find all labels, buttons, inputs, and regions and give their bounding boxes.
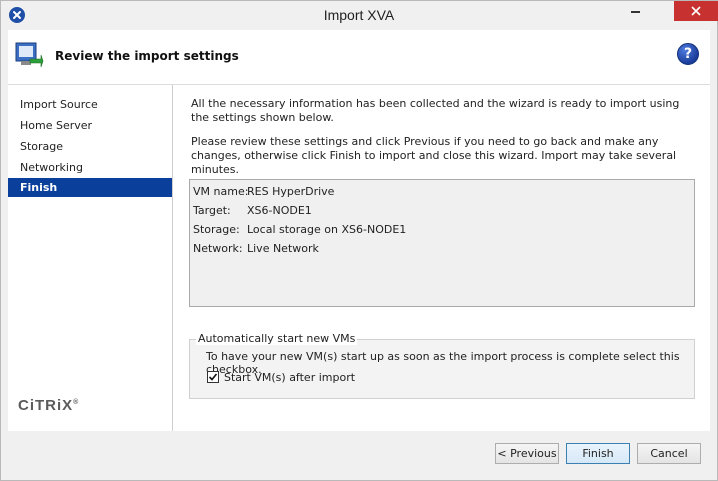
title-bar[interactable]: Import XVA xyxy=(1,1,718,30)
review-panel: All the necessary information has been c… xyxy=(173,85,710,431)
summary-value: XS6-NODE1 xyxy=(247,204,312,217)
minimize-icon xyxy=(631,11,640,13)
sidebar-item-import-source[interactable]: Import Source xyxy=(8,95,172,114)
sidebar-item-finish[interactable]: Finish xyxy=(8,178,172,197)
summary-key: Network: xyxy=(193,242,243,255)
summary-key: VM name: xyxy=(193,185,249,198)
summary-value: RES HyperDrive xyxy=(247,185,335,198)
close-button[interactable] xyxy=(674,1,718,21)
start-vms-label[interactable]: Start VM(s) after import xyxy=(224,371,355,384)
sidebar-item-storage[interactable]: Storage xyxy=(8,137,172,156)
cancel-button[interactable]: Cancel xyxy=(637,443,701,464)
summary-value: Local storage on XS6-NODE1 xyxy=(247,223,407,236)
citrix-logo: CiTRiX® xyxy=(18,397,80,414)
sidebar-item-networking[interactable]: Networking xyxy=(8,158,172,177)
close-icon xyxy=(691,6,701,16)
page-title: Review the import settings xyxy=(55,49,239,63)
wizard-header: Review the import settings ? xyxy=(8,30,710,85)
start-vms-checkbox[interactable] xyxy=(207,371,219,383)
citrix-logo-text: CiTRiX xyxy=(18,397,74,414)
autostart-legend: Automatically start new VMs xyxy=(196,332,358,345)
import-wizard-icon xyxy=(14,41,44,74)
autostart-group: Automatically start new VMs To have your… xyxy=(189,332,695,399)
summary-key: Target: xyxy=(193,204,231,217)
summary-value: Live Network xyxy=(247,242,319,255)
summary-key: Storage: xyxy=(193,223,240,236)
checkmark-icon xyxy=(208,373,218,381)
help-icon[interactable]: ? xyxy=(677,43,699,65)
finish-button[interactable]: Finish xyxy=(566,443,630,464)
window-title: Import XVA xyxy=(323,7,395,23)
import-xva-window: Import XVA Review the import settings ? … xyxy=(0,0,718,481)
previous-button[interactable]: < Previous xyxy=(495,443,559,464)
settings-summary[interactable]: VM name: RES HyperDrive Target: XS6-NODE… xyxy=(189,179,695,307)
intro-text: All the necessary information has been c… xyxy=(191,97,680,124)
wizard-steps-sidebar: Import Source Home Server Storage Networ… xyxy=(8,85,173,431)
sidebar-item-home-server[interactable]: Home Server xyxy=(8,116,172,135)
instructions-text: Please review these settings and click P… xyxy=(191,135,677,176)
minimize-button[interactable] xyxy=(621,1,649,21)
